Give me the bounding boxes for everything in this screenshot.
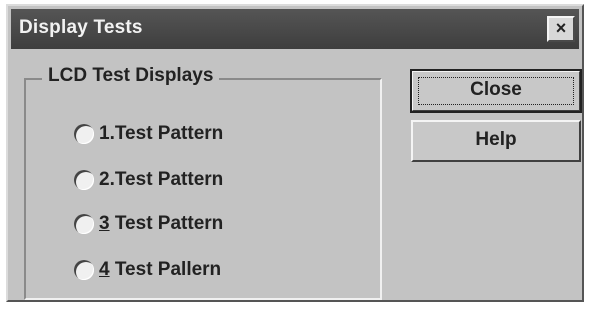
radio-button-icon[interactable]	[74, 214, 94, 234]
group-label: LCD Test Displays	[42, 65, 220, 87]
display-tests-dialog: Display Tests × LCD Test Displays 1.Test…	[6, 4, 584, 302]
radio-option-2[interactable]: 2.Test Pattern	[74, 166, 223, 194]
radio-option-3[interactable]: 3 Test Pattern	[74, 210, 223, 238]
radio-label: 3 Test Pattern	[99, 213, 224, 234]
radio-button-icon[interactable]	[74, 124, 94, 144]
radio-label: 4 Test Pallern	[99, 259, 222, 280]
radio-option-1[interactable]: 1.Test Pattern	[74, 120, 223, 148]
lcd-test-displays-group: LCD Test Displays 1.Test Pattern 2.Test …	[24, 65, 382, 300]
radio-button-icon[interactable]	[74, 260, 94, 280]
dialog-title: Display Tests	[19, 17, 143, 38]
radio-button-icon[interactable]	[74, 170, 94, 190]
close-button[interactable]: Close	[410, 69, 582, 113]
help-button-label: Help	[475, 129, 517, 150]
radio-option-4[interactable]: 4 Test Pallern	[74, 256, 221, 284]
help-button[interactable]: Help	[411, 120, 581, 162]
close-icon[interactable]: ×	[547, 16, 575, 42]
close-button-label: Close	[470, 79, 522, 100]
title-bar: Display Tests ×	[11, 9, 579, 49]
radio-label: 2.Test Pattern	[99, 169, 224, 190]
radio-label: 1.Test Pattern	[99, 123, 224, 144]
